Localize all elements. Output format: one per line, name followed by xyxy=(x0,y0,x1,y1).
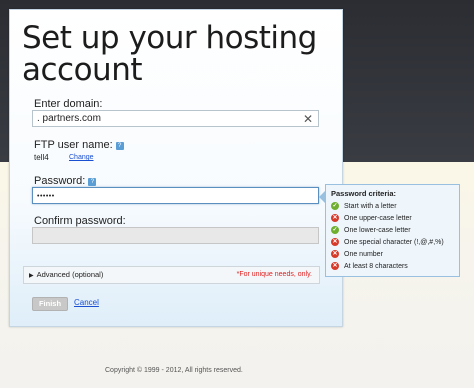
criteria-item-label: Start with a letter xyxy=(344,202,397,210)
criteria-item: ✓ Start with a letter xyxy=(331,200,459,212)
criteria-item: ✕ One special character (!,@,#,%) xyxy=(331,236,459,248)
criteria-title: Password criteria: xyxy=(331,189,397,198)
x-icon: ✕ xyxy=(331,250,339,258)
domain-label: Enter domain: xyxy=(34,98,103,110)
cancel-link[interactable]: Cancel xyxy=(74,298,99,307)
criteria-item-label: One number xyxy=(344,250,383,258)
password-value: •••••• xyxy=(37,193,55,200)
check-icon: ✓ xyxy=(331,202,339,210)
finish-button[interactable]: Finish xyxy=(32,297,68,311)
advanced-label: Advanced (optional) xyxy=(36,270,104,279)
ftp-label-text: FTP user name: xyxy=(34,139,113,151)
password-input[interactable]: •••••• xyxy=(32,187,319,204)
triangle-right-icon: ▶ xyxy=(29,273,34,279)
help-icon[interactable]: ? xyxy=(115,142,124,150)
password-label: Password:? xyxy=(34,175,97,187)
change-username-link[interactable]: Change xyxy=(69,154,94,161)
check-icon: ✓ xyxy=(331,226,339,234)
criteria-item: ✕ One number xyxy=(331,248,459,260)
criteria-item-label: One lower-case letter xyxy=(344,226,411,234)
domain-value: . partners.com xyxy=(37,113,101,124)
criteria-item-label: One upper-case letter xyxy=(344,214,412,222)
copyright-text: Copyright © 1999 - 2012, All rights rese… xyxy=(105,367,243,374)
page-title: Set up your hosting account xyxy=(22,20,317,88)
ftp-label: FTP user name:? xyxy=(34,139,124,151)
domain-input[interactable]: . partners.com ✕ xyxy=(32,110,319,127)
x-icon: ✕ xyxy=(331,238,339,246)
criteria-item: ✓ One lower-case letter xyxy=(331,224,459,236)
confirm-password-input[interactable] xyxy=(32,227,319,244)
ftp-username-value: tell4 xyxy=(34,153,49,162)
password-criteria-panel: Password criteria: ✓ Start with a letter … xyxy=(325,184,460,277)
criteria-item: ✕ At least 8 characters xyxy=(331,260,459,272)
x-icon: ✕ xyxy=(331,262,339,270)
advanced-note: *For unique needs, only. xyxy=(236,271,312,278)
help-icon[interactable]: ? xyxy=(88,178,97,186)
x-icon: ✕ xyxy=(331,214,339,222)
password-label-text: Password: xyxy=(34,175,86,187)
criteria-item-label: One special character (!,@,#,%) xyxy=(344,238,444,246)
clear-icon[interactable]: ✕ xyxy=(303,112,313,126)
confirm-password-label: Confirm password: xyxy=(34,215,126,227)
criteria-item-label: At least 8 characters xyxy=(344,262,408,270)
criteria-item: ✕ One upper-case letter xyxy=(331,212,459,224)
advanced-toggle[interactable]: ▶ Advanced (optional) *For unique needs, … xyxy=(23,266,320,284)
